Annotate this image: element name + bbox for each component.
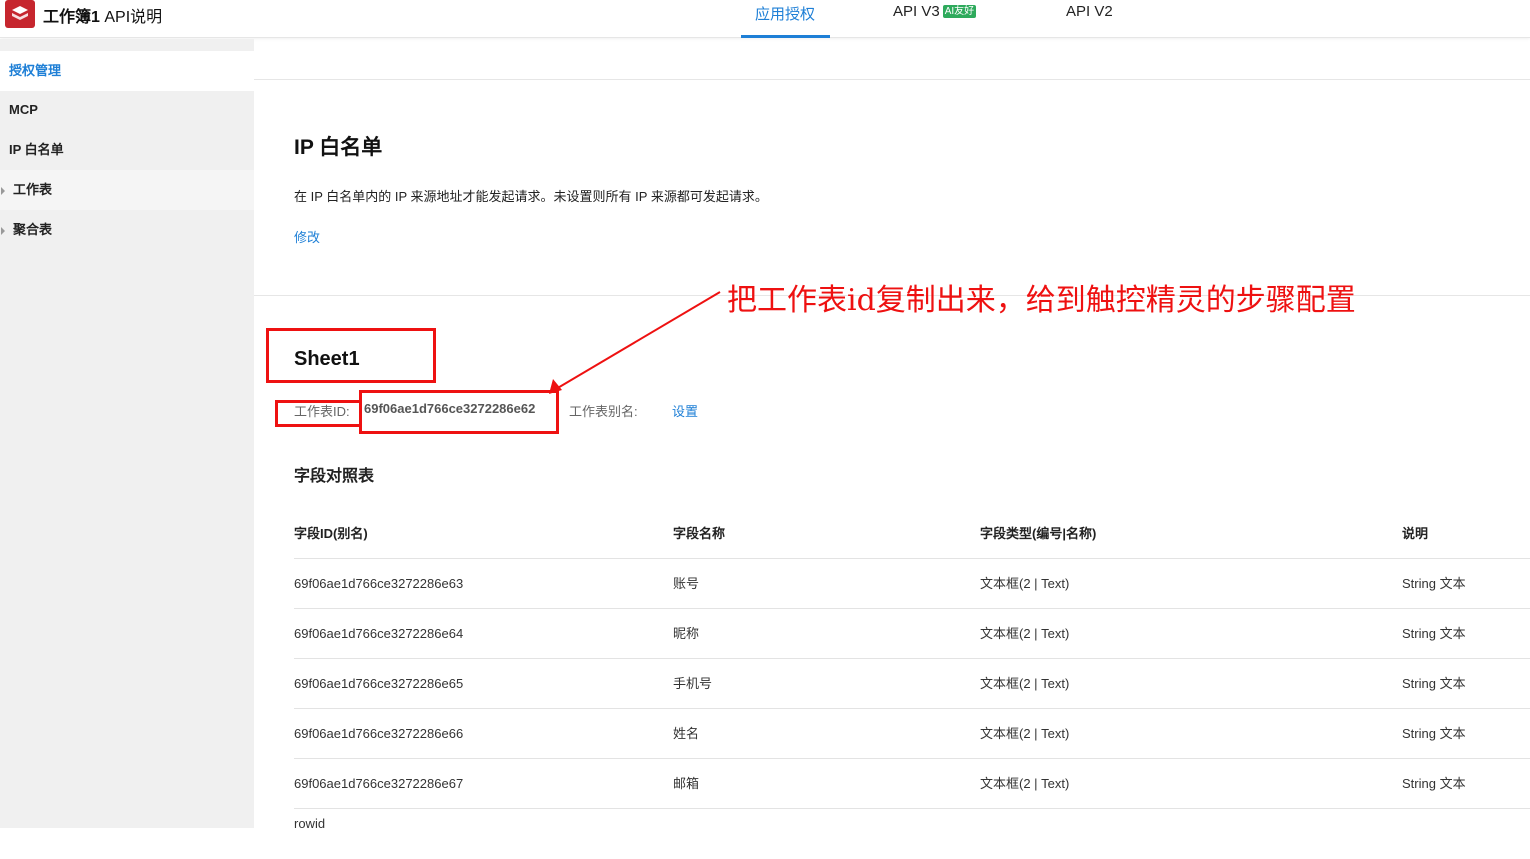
annotation-note: 把工作表id复制出来，给到触控精灵的步骤配置 — [727, 283, 1356, 318]
annotation-arrow-icon — [549, 291, 721, 394]
